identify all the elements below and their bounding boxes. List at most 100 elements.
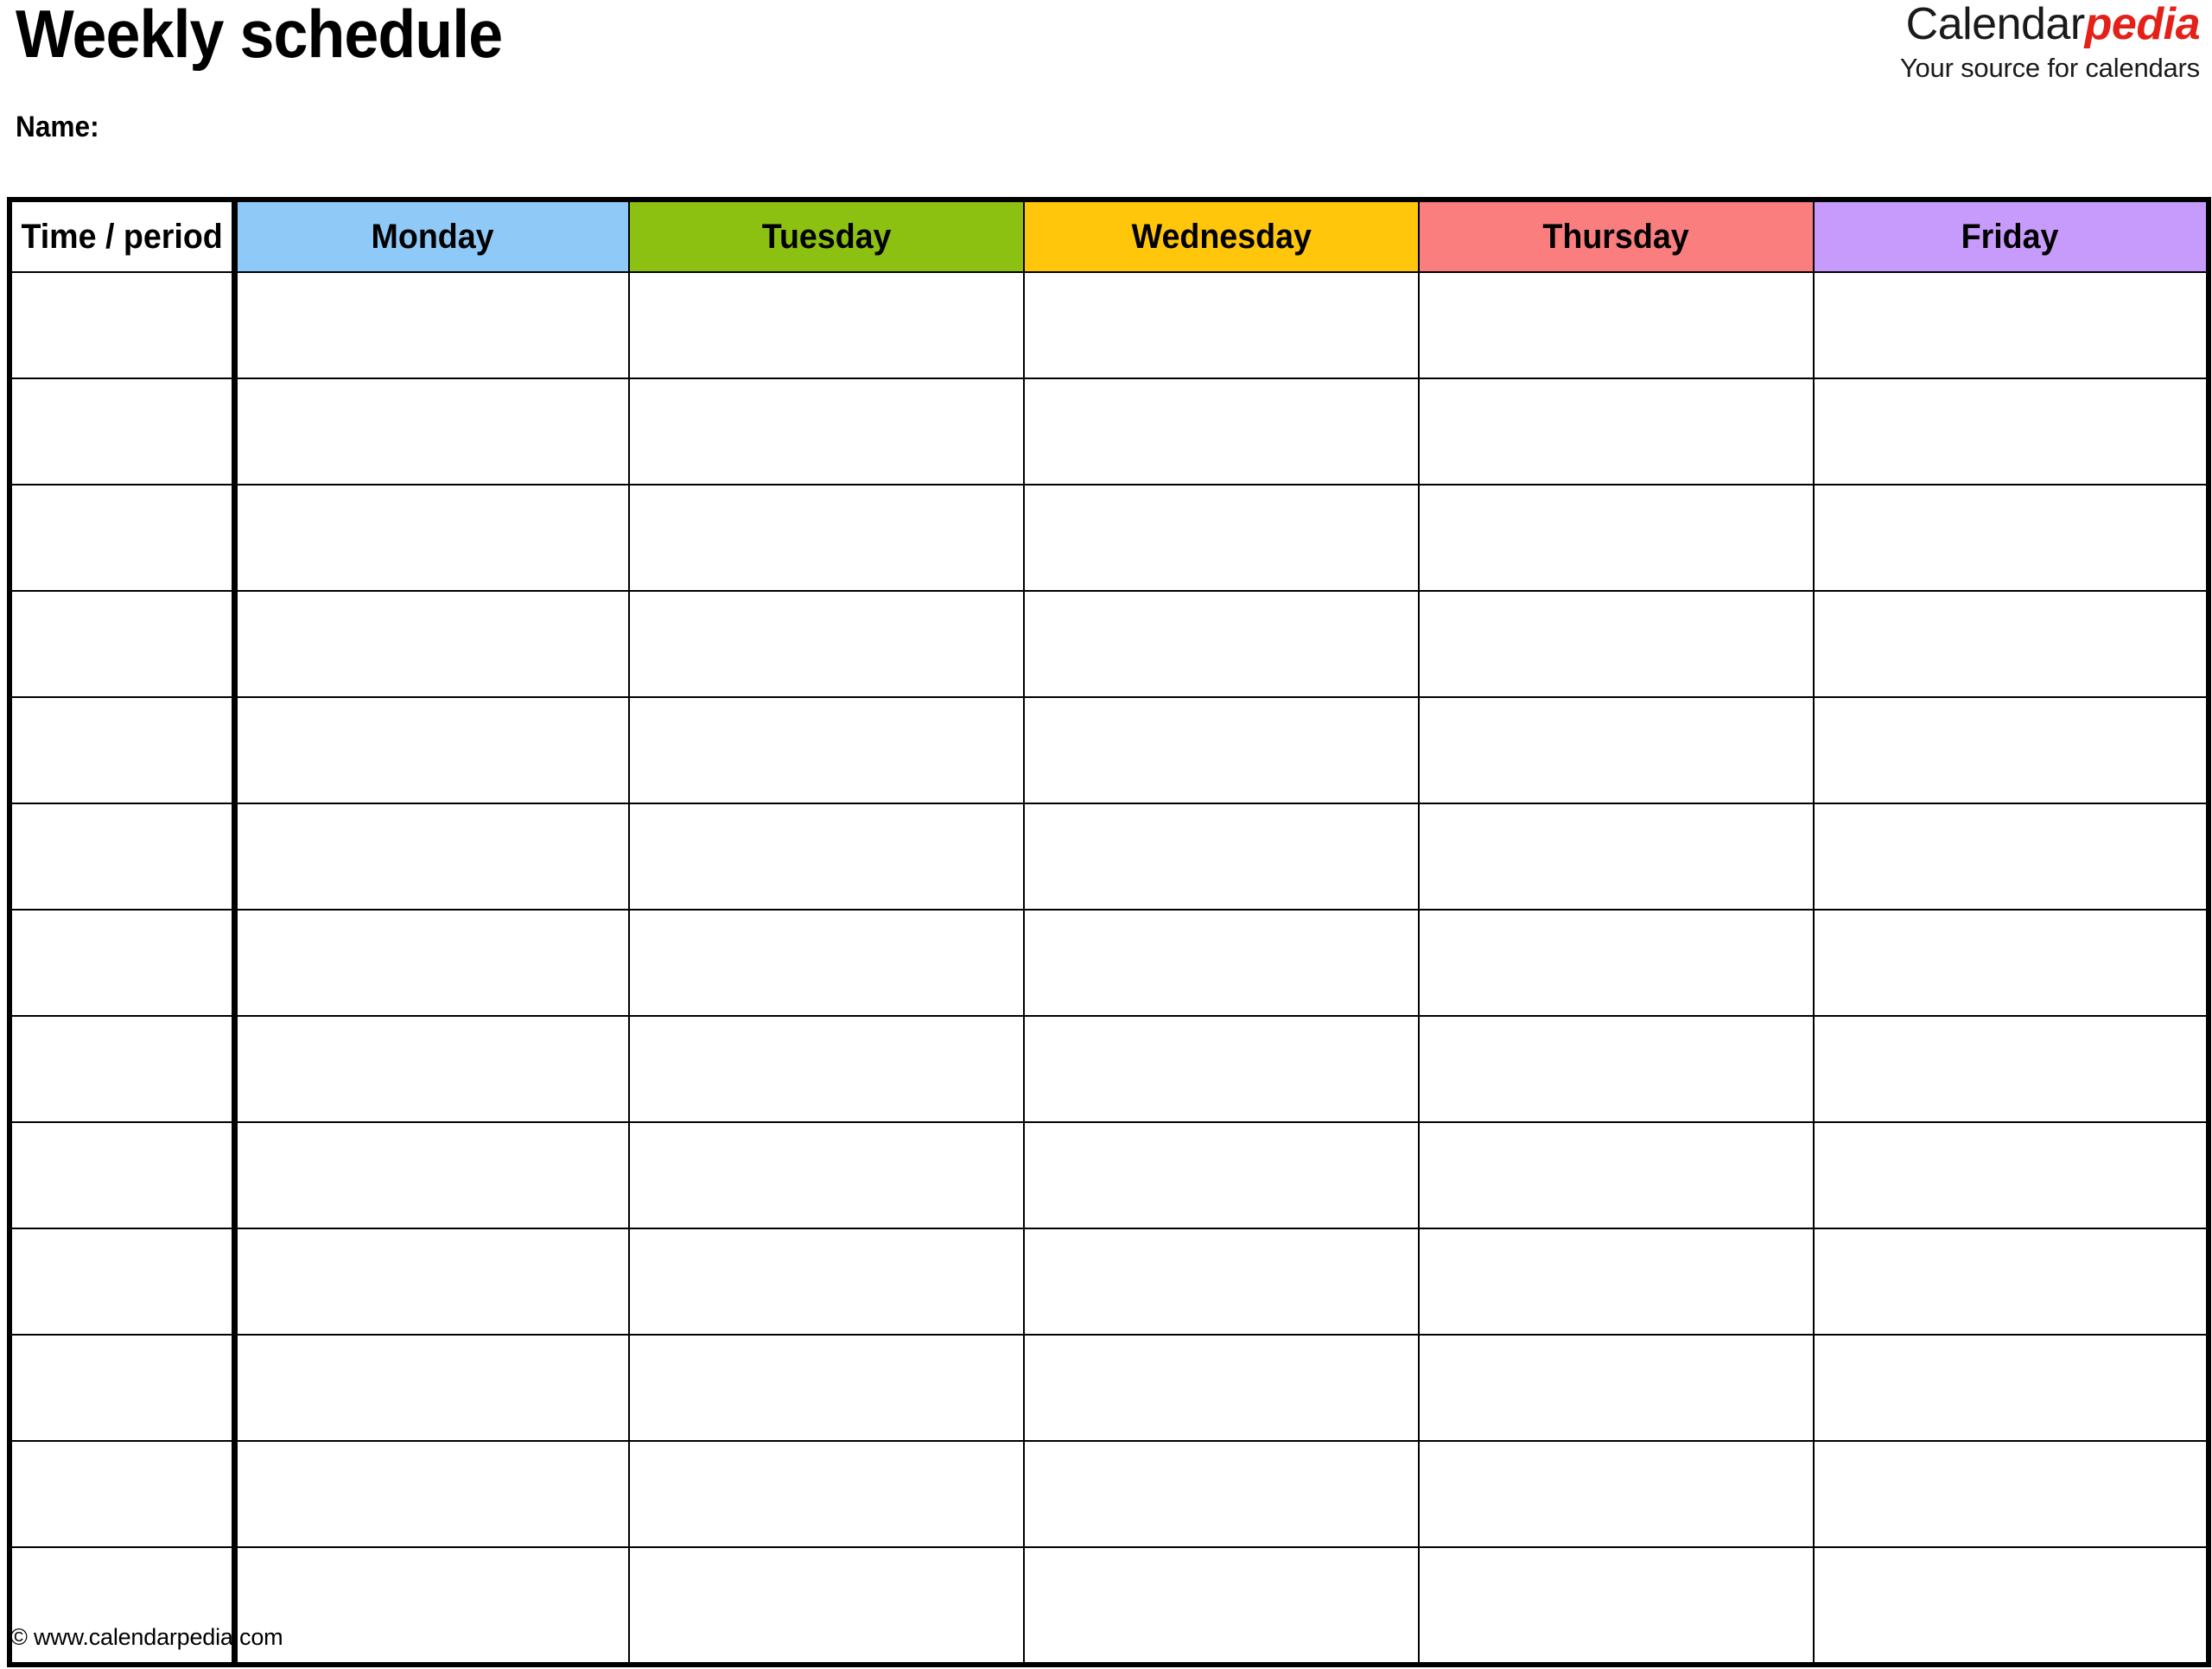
schedule-cell[interactable] [628, 696, 1025, 804]
schedule-cell[interactable] [1023, 1228, 1420, 1336]
time-period-cell[interactable] [9, 1015, 238, 1123]
schedule-cell[interactable] [233, 271, 630, 379]
schedule-cell[interactable] [628, 1440, 1025, 1548]
table-row [9, 1546, 2209, 1666]
page-header: Weekly schedule Name: Calendarpedia Your… [0, 0, 2212, 190]
schedule-cell[interactable] [1418, 909, 1815, 1017]
schedule-cell[interactable] [1813, 1121, 2209, 1229]
schedule-cell[interactable] [1023, 271, 1420, 379]
footer-copyright: © www.calendarpedia.com [10, 1624, 283, 1650]
column-header-label: Monday [371, 217, 494, 256]
schedule-cell[interactable] [1023, 1015, 1420, 1123]
table-row [9, 1121, 2209, 1229]
schedule-cell[interactable] [233, 1228, 630, 1336]
column-header-label: Friday [1961, 217, 2059, 256]
schedule-cell[interactable] [1418, 1440, 1815, 1548]
name-field-label: Name: [16, 111, 99, 143]
schedule-cell[interactable] [628, 1121, 1025, 1229]
schedule-cell[interactable] [628, 803, 1025, 911]
time-period-cell[interactable] [9, 1228, 238, 1336]
schedule-cell[interactable] [628, 1546, 1025, 1666]
schedule-cell[interactable] [1813, 696, 2209, 804]
schedule-cell[interactable] [628, 1334, 1025, 1442]
schedule-cell[interactable] [1023, 1546, 1420, 1666]
schedule-cell[interactable] [1418, 1546, 1815, 1666]
schedule-cell[interactable] [1813, 1334, 2209, 1442]
schedule-table-container: Time / period Monday Tuesday Wednesday T… [7, 197, 2211, 1667]
schedule-cell[interactable] [1813, 1440, 2209, 1548]
schedule-cell[interactable] [233, 590, 630, 698]
time-period-cell[interactable] [9, 803, 238, 911]
schedule-table-body [9, 271, 2209, 1666]
brand-tagline: Your source for calendars [1899, 53, 2200, 83]
schedule-cell[interactable] [1418, 484, 1815, 592]
schedule-cell[interactable] [628, 484, 1025, 592]
time-period-cell[interactable] [9, 484, 238, 592]
schedule-cell[interactable] [233, 1015, 630, 1123]
time-period-cell[interactable] [9, 1334, 238, 1442]
schedule-cell[interactable] [1023, 1121, 1420, 1229]
schedule-cell[interactable] [233, 1121, 630, 1229]
brand-name-primary: Calendar [1905, 0, 2086, 49]
schedule-cell[interactable] [1418, 271, 1815, 379]
schedule-cell[interactable] [628, 590, 1025, 698]
column-header-monday: Monday [233, 199, 630, 273]
schedule-cell[interactable] [1813, 803, 2209, 911]
time-period-cell[interactable] [9, 1440, 238, 1548]
schedule-cell[interactable] [1813, 1546, 2209, 1666]
schedule-cell[interactable] [1813, 271, 2209, 379]
schedule-cell[interactable] [1023, 1440, 1420, 1548]
schedule-cell[interactable] [1813, 1228, 2209, 1336]
schedule-cell[interactable] [1418, 378, 1815, 485]
schedule-cell[interactable] [1418, 590, 1815, 698]
schedule-cell[interactable] [1813, 484, 2209, 592]
schedule-cell[interactable] [628, 1015, 1025, 1123]
table-row [9, 1015, 2209, 1123]
schedule-cell[interactable] [233, 1440, 630, 1548]
schedule-cell[interactable] [1418, 696, 1815, 804]
schedule-cell[interactable] [1023, 590, 1420, 698]
schedule-cell[interactable] [1023, 696, 1420, 804]
schedule-cell[interactable] [233, 803, 630, 911]
schedule-cell[interactable] [1023, 1334, 1420, 1442]
schedule-cell[interactable] [1418, 1121, 1815, 1229]
schedule-cell[interactable] [1813, 378, 2209, 485]
schedule-cell[interactable] [1813, 1015, 2209, 1123]
table-row [9, 696, 2209, 804]
time-period-cell[interactable] [9, 271, 238, 379]
schedule-cell[interactable] [1023, 484, 1420, 592]
schedule-cell[interactable] [1813, 909, 2209, 1017]
schedule-cell[interactable] [233, 484, 630, 592]
time-period-cell[interactable] [9, 909, 238, 1017]
column-header-label: Tuesday [761, 217, 892, 256]
schedule-cell[interactable] [1023, 803, 1420, 911]
schedule-cell[interactable] [233, 1546, 630, 1666]
time-period-cell[interactable] [9, 590, 238, 698]
schedule-table-head: Time / period Monday Tuesday Wednesday T… [9, 199, 2209, 273]
column-header-label: Wednesday [1131, 217, 1312, 256]
schedule-cell[interactable] [233, 378, 630, 485]
schedule-cell[interactable] [1418, 1334, 1815, 1442]
schedule-cell[interactable] [1023, 909, 1420, 1017]
schedule-cell[interactable] [233, 1334, 630, 1442]
schedule-cell[interactable] [1418, 1228, 1815, 1336]
table-row [9, 1440, 2209, 1548]
schedule-cell[interactable] [628, 1228, 1025, 1336]
column-header-label: Thursday [1542, 217, 1690, 256]
schedule-cell[interactable] [628, 378, 1025, 485]
schedule-cell[interactable] [628, 909, 1025, 1017]
schedule-cell[interactable] [1418, 1015, 1815, 1123]
table-row [9, 484, 2209, 592]
schedule-cell[interactable] [1023, 378, 1420, 485]
weekly-schedule-table: Time / period Monday Tuesday Wednesday T… [7, 197, 2211, 1667]
table-row [9, 271, 2209, 379]
schedule-cell[interactable] [1418, 803, 1815, 911]
time-period-cell[interactable] [9, 1121, 238, 1229]
column-header-thursday: Thursday [1418, 199, 1815, 273]
time-period-cell[interactable] [9, 378, 238, 485]
schedule-cell[interactable] [1813, 590, 2209, 698]
schedule-cell[interactable] [628, 271, 1025, 379]
schedule-cell[interactable] [233, 909, 630, 1017]
schedule-cell[interactable] [233, 696, 630, 804]
time-period-cell[interactable] [9, 696, 238, 804]
